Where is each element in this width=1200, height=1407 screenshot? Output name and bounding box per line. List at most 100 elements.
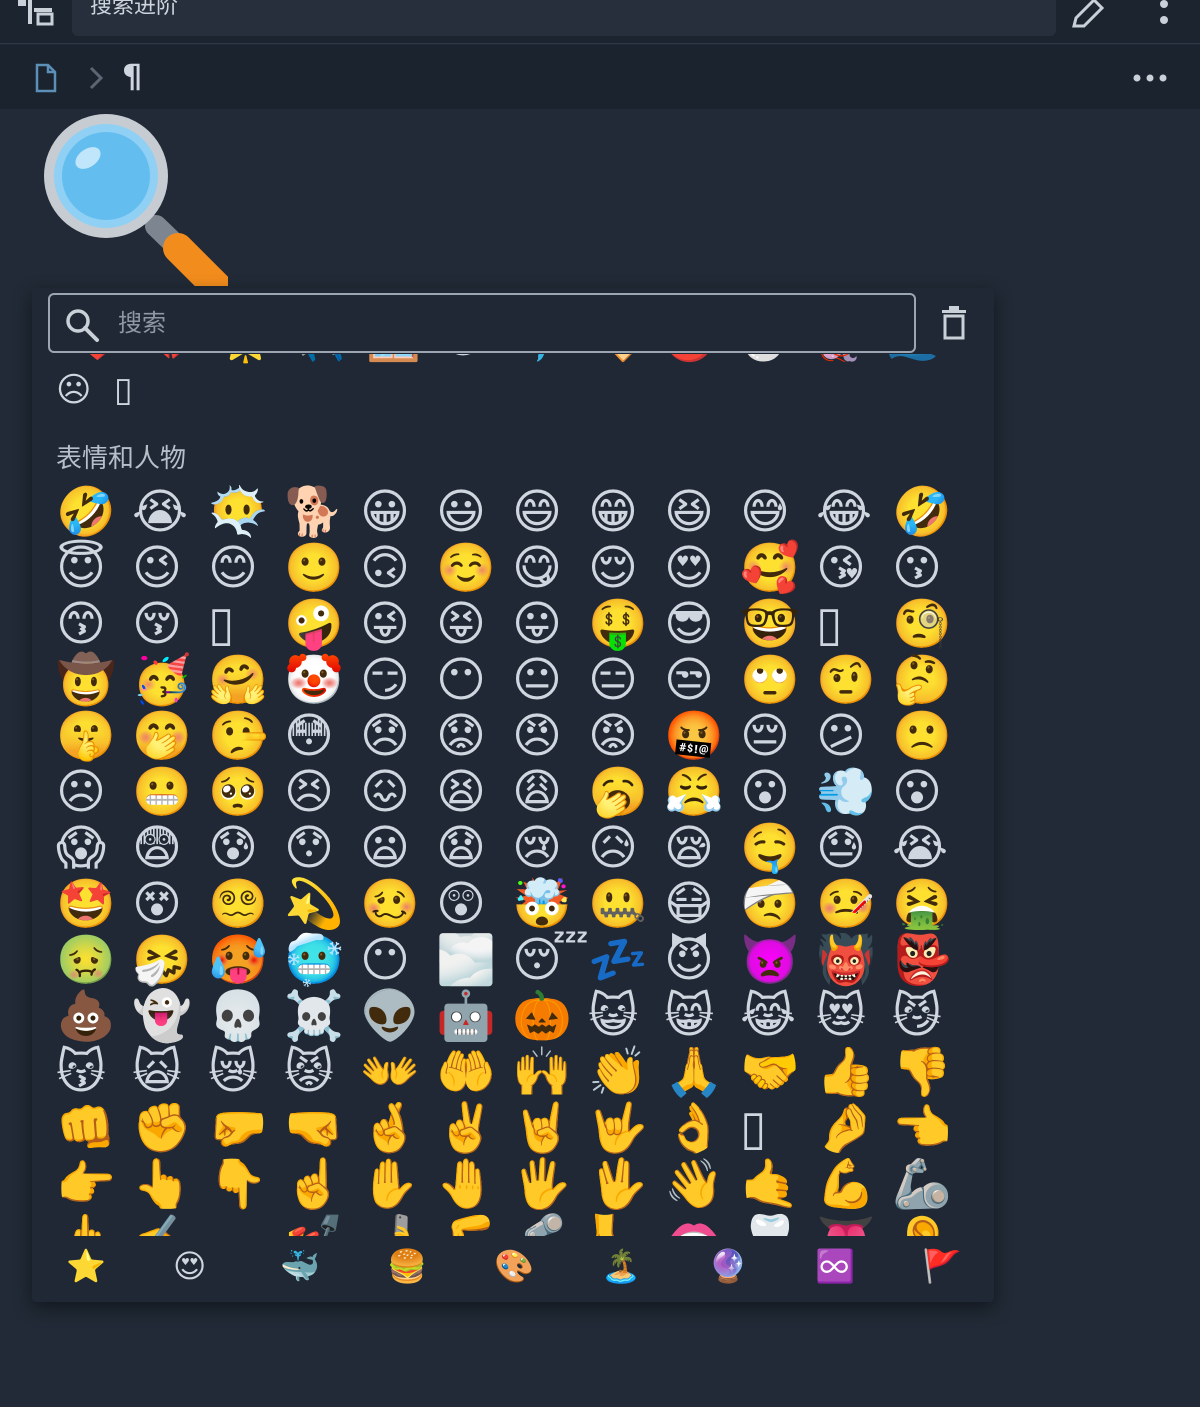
tree-icon[interactable] (14, 0, 58, 28)
emoji-button[interactable]: 🤪 (284, 596, 360, 652)
emoji-button[interactable]: 🌊 (884, 354, 936, 364)
emoji-button[interactable]: 👊 (56, 1100, 132, 1156)
emoji-button[interactable]: 🦾 (892, 1156, 966, 1212)
emoji-button[interactable]: 😇 (56, 540, 132, 596)
emoji-button[interactable]: 🧐 (892, 596, 966, 652)
emoji-button[interactable]: 😻 (816, 988, 892, 1044)
paragraph-icon[interactable]: ¶ (122, 57, 142, 95)
emoji-button[interactable]: 🦷 (740, 1212, 816, 1236)
emoji-button[interactable]: 💨 (816, 764, 892, 820)
emoji-button[interactable]: 🪼 (810, 354, 865, 364)
emoji-button[interactable]: 😷 (664, 876, 740, 932)
emoji-button[interactable]: 💫 (284, 876, 360, 932)
emoji-button[interactable]: 🙂 (284, 540, 360, 596)
emoji-button[interactable]: 😀 (360, 484, 436, 540)
emoji-button[interactable]: 😚 (132, 596, 208, 652)
emoji-button[interactable]: 😱 (56, 820, 132, 876)
emoji-button[interactable]: 🤓 (740, 596, 816, 652)
emoji-button[interactable]: 🥺 (208, 764, 284, 820)
emoji-button[interactable]: 🙁 (892, 708, 966, 764)
emoji-button[interactable]: 🤭 (132, 708, 208, 764)
emoji-button[interactable]: 😎 (664, 596, 740, 652)
emoji-button[interactable]: 😌 (588, 540, 664, 596)
emoji-button[interactable]: 🤜 (284, 1100, 360, 1156)
emoji-button[interactable]: 🤣 (892, 484, 966, 540)
emoji-button[interactable]: ✌️ (436, 1100, 512, 1156)
emoji-button[interactable]: 😐 (512, 652, 588, 708)
emoji-button[interactable]: 🤲 (436, 1044, 512, 1100)
emoji-button[interactable]: 👐 (360, 1044, 436, 1100)
emoji-button[interactable]: 😏 (360, 652, 436, 708)
emoji-button[interactable]: 😨 (132, 820, 208, 876)
emoji-button[interactable]: 🎃 (512, 988, 588, 1044)
emoji-button[interactable]: 😾 (284, 1044, 360, 1100)
emoji-button[interactable]: 🤛 (208, 1100, 284, 1156)
emoji-button[interactable]: 🤧 (132, 932, 208, 988)
emoji-button[interactable]: ☺️ (436, 540, 512, 596)
emoji-button[interactable]: 🤬 (664, 708, 740, 764)
emoji-button[interactable]: 🤒 (816, 876, 892, 932)
emoji-button[interactable]: 😝 (436, 596, 512, 652)
emoji-button[interactable]: 😰 (208, 820, 284, 876)
emoji-search-input[interactable] (118, 303, 898, 343)
emoji-button[interactable]: 💀 (208, 988, 284, 1044)
emoji-button[interactable]: 😀 (440, 354, 486, 363)
emoji-button[interactable]: 🤠 (56, 652, 132, 708)
emoji-button[interactable]: 🙄 (740, 652, 816, 708)
emoji-button[interactable]: 😢 (512, 820, 588, 876)
category-nav-button[interactable]: 🚩 (922, 1246, 962, 1286)
emoji-button[interactable]: ✋ (360, 1156, 436, 1212)
emoji-button[interactable]: 😖 (360, 764, 436, 820)
emoji-button[interactable]: 🐕 (284, 484, 360, 540)
document-title-field[interactable]: 搜索进阶 (72, 0, 1056, 36)
emoji-button[interactable]: 😕 (816, 708, 892, 764)
emoji-button[interactable]: 😮 (740, 764, 816, 820)
emoji-button[interactable]: 🤣 (56, 484, 132, 540)
emoji-button[interactable]: 😁 (588, 484, 664, 540)
emoji-button[interactable]: 👄 (664, 1212, 740, 1236)
emoji-button[interactable]: 😟 (436, 708, 512, 764)
emoji-button[interactable]: 😄 (512, 484, 588, 540)
emoji-button[interactable]: 🦵 (436, 1212, 512, 1236)
emoji-button[interactable]: 😯 (284, 820, 360, 876)
emoji-button[interactable]: 😍 (664, 540, 740, 596)
category-nav-button[interactable]: 🎨 (494, 1246, 534, 1286)
emoji-button[interactable]: 😮 (892, 764, 966, 820)
emoji-button[interactable]: 😙 (56, 596, 132, 652)
emoji-button[interactable]: 😤 (664, 764, 740, 820)
emoji-button[interactable]: 😔 (740, 708, 816, 764)
emoji-button[interactable]: 😹 (740, 988, 816, 1044)
emoji-button[interactable]: ✈️ (292, 354, 347, 364)
emoji-button[interactable]: 🥱 (588, 764, 664, 820)
emoji-button[interactable]: 😛 (512, 596, 588, 652)
emoji-button[interactable]: 🤚 (436, 1156, 512, 1212)
emoji-button[interactable]: ✍️ (132, 1212, 208, 1236)
emoji-button[interactable]: 👺 (892, 932, 966, 988)
emoji-button[interactable]: 💅 (284, 1212, 360, 1236)
emoji-button[interactable]: 👉 (56, 1156, 132, 1212)
emoji-button[interactable]: 🙏 (664, 1044, 740, 1100)
emoji-button[interactable]: 😅 (740, 484, 816, 540)
emoji-button[interactable]: 😸 (664, 988, 740, 1044)
emoji-button[interactable]: 🤟 (588, 1100, 664, 1156)
emoji-button[interactable]: 🤑 (588, 596, 664, 652)
emoji-button[interactable]: 😓 (816, 820, 892, 876)
category-nav-button[interactable]: 🍔 (387, 1246, 427, 1286)
emoji-button[interactable]: 🤙 (740, 1156, 816, 1212)
emoji-button[interactable]: 👍 (816, 1044, 892, 1100)
edit-icon[interactable] (1068, 0, 1108, 30)
emoji-button[interactable]: 💩 (56, 988, 132, 1044)
emoji-button[interactable]: 😜 (360, 596, 436, 652)
emoji-button[interactable]: 😲 (436, 876, 512, 932)
emoji-button[interactable]: 🏷️ (588, 354, 643, 364)
emoji-button[interactable]: 🦿 (512, 1212, 588, 1236)
emoji-button[interactable]: 💔 (144, 354, 199, 364)
magnifying-glass-emoji-icon[interactable] (38, 114, 228, 286)
emoji-button[interactable]: 😬 (132, 764, 208, 820)
emoji-button[interactable]: 😋 (512, 540, 588, 596)
emoji-button[interactable]: 🤤 (740, 820, 816, 876)
emoji-button[interactable]: 🙌 (512, 1044, 588, 1100)
emoji-button[interactable]: 🤝 (740, 1044, 816, 1100)
emoji-button[interactable]: 😧 (436, 820, 512, 876)
document-icon[interactable] (34, 63, 58, 93)
